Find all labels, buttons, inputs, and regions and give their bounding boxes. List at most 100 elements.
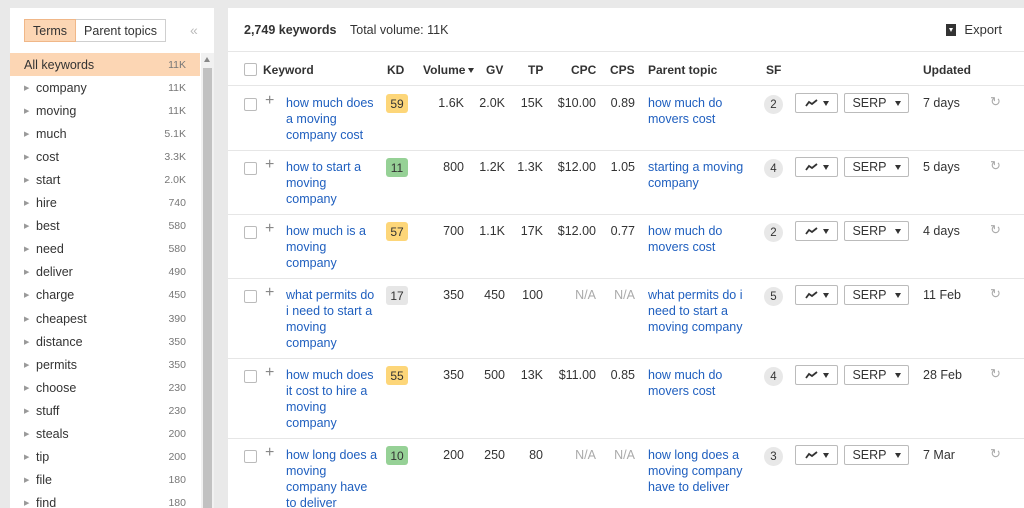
add-to-list-icon[interactable]: + <box>265 157 274 173</box>
expand-caret-icon[interactable]: ▶ <box>24 153 36 161</box>
col-updated[interactable]: Updated <box>923 63 971 77</box>
add-to-list-icon[interactable]: + <box>265 445 274 461</box>
refresh-icon[interactable]: ↻ <box>990 94 1001 110</box>
expand-caret-icon[interactable]: ▶ <box>24 384 36 392</box>
expand-caret-icon[interactable]: ▶ <box>24 222 36 230</box>
expand-caret-icon[interactable]: ▶ <box>24 453 36 461</box>
expand-caret-icon[interactable]: ▶ <box>24 291 36 299</box>
expand-caret-icon[interactable]: ▶ <box>24 176 36 184</box>
term-item[interactable]: ▶ cost 3.3K <box>10 145 200 168</box>
expand-caret-icon[interactable]: ▶ <box>24 315 36 323</box>
term-item[interactable]: ▶ deliver 490 <box>10 261 200 284</box>
sf-count-badge[interactable]: 4 <box>764 159 783 178</box>
term-item[interactable]: ▶ much 5.1K <box>10 122 200 145</box>
term-item[interactable]: ▶ cheapest 390 <box>10 307 200 330</box>
col-gv[interactable]: GV <box>486 63 503 77</box>
term-item[interactable]: ▶ distance 350 <box>10 330 200 353</box>
add-to-list-icon[interactable]: + <box>265 365 274 381</box>
row-checkbox[interactable] <box>244 290 257 303</box>
parent-topic-link[interactable]: how long does a moving company have to d… <box>648 447 752 495</box>
trend-chart-dropdown[interactable] <box>795 445 838 465</box>
term-item[interactable]: ▶ company 11K <box>10 76 200 99</box>
term-item[interactable]: ▶ charge 450 <box>10 284 200 307</box>
col-cps[interactable]: CPS <box>610 63 635 77</box>
serp-dropdown[interactable]: SERP <box>844 221 909 241</box>
parent-topic-link[interactable]: what permits do i need to start a moving… <box>648 287 752 335</box>
term-item[interactable]: ▶ best 580 <box>10 215 200 238</box>
scroll-up-arrow-icon[interactable] <box>204 57 210 62</box>
col-sf[interactable]: SF <box>766 63 781 77</box>
serp-dropdown[interactable]: SERP <box>844 93 909 113</box>
expand-caret-icon[interactable]: ▶ <box>24 476 36 484</box>
trend-chart-dropdown[interactable] <box>795 285 838 305</box>
term-item[interactable]: ▶ tip 200 <box>10 446 200 469</box>
sidebar-scrollbar[interactable] <box>201 53 214 508</box>
parent-topic-link[interactable]: starting a moving company <box>648 159 752 191</box>
col-tp[interactable]: TP <box>528 63 543 77</box>
keyword-link[interactable]: what permits do i need to start a moving… <box>286 287 380 351</box>
refresh-icon[interactable]: ↻ <box>990 286 1001 302</box>
keyword-link[interactable]: how much does it cost to hire a moving c… <box>286 367 380 431</box>
col-kd[interactable]: KD <box>387 63 404 77</box>
add-to-list-icon[interactable]: + <box>265 221 274 237</box>
term-item[interactable]: ▶ start 2.0K <box>10 168 200 191</box>
term-item[interactable]: ▶ file 180 <box>10 469 200 492</box>
sf-count-badge[interactable]: 3 <box>764 447 783 466</box>
expand-caret-icon[interactable]: ▶ <box>24 407 36 415</box>
expand-caret-icon[interactable]: ▶ <box>24 361 36 369</box>
tab-parent-topics[interactable]: Parent topics <box>76 19 166 42</box>
col-keyword[interactable]: Keyword <box>263 63 314 77</box>
col-volume[interactable]: Volume <box>423 63 475 77</box>
expand-caret-icon[interactable]: ▶ <box>24 499 36 507</box>
expand-caret-icon[interactable]: ▶ <box>24 245 36 253</box>
trend-chart-dropdown[interactable] <box>795 365 838 385</box>
expand-caret-icon[interactable]: ▶ <box>24 84 36 92</box>
keyword-link[interactable]: how long does a moving company have to d… <box>286 447 380 508</box>
export-button[interactable]: Export <box>946 22 1002 37</box>
term-item[interactable]: ▶ stuff 230 <box>10 399 200 422</box>
term-item[interactable]: ▶ permits 350 <box>10 353 200 376</box>
col-parent-topic[interactable]: Parent topic <box>648 63 717 77</box>
term-item[interactable]: ▶ find 180 <box>10 492 200 508</box>
serp-dropdown[interactable]: SERP <box>844 365 909 385</box>
term-item-all-keywords[interactable]: All keywords 11K <box>10 53 200 77</box>
serp-dropdown[interactable]: SERP <box>844 157 909 177</box>
term-item[interactable]: ▶ steals 200 <box>10 423 200 446</box>
expand-caret-icon[interactable]: ▶ <box>24 107 36 115</box>
trend-chart-dropdown[interactable] <box>795 157 838 177</box>
sf-count-badge[interactable]: 2 <box>764 223 783 242</box>
row-checkbox[interactable] <box>244 162 257 175</box>
parent-topic-link[interactable]: how much do movers cost <box>648 95 752 127</box>
parent-topic-link[interactable]: how much do movers cost <box>648 367 752 399</box>
sf-count-badge[interactable]: 5 <box>764 287 783 306</box>
term-item[interactable]: ▶ need 580 <box>10 238 200 261</box>
term-item[interactable]: ▶ choose 230 <box>10 376 200 399</box>
scrollbar-thumb[interactable] <box>203 68 212 508</box>
row-checkbox[interactable] <box>244 450 257 463</box>
expand-caret-icon[interactable]: ▶ <box>24 199 36 207</box>
expand-caret-icon[interactable]: ▶ <box>24 430 36 438</box>
serp-dropdown[interactable]: SERP <box>844 445 909 465</box>
expand-caret-icon[interactable]: ▶ <box>24 338 36 346</box>
refresh-icon[interactable]: ↻ <box>990 158 1001 174</box>
term-item[interactable]: ▶ moving 11K <box>10 99 200 122</box>
refresh-icon[interactable]: ↻ <box>990 366 1001 382</box>
term-item[interactable]: ▶ hire 740 <box>10 192 200 215</box>
row-checkbox[interactable] <box>244 226 257 239</box>
tab-terms[interactable]: Terms <box>24 19 77 42</box>
expand-caret-icon[interactable]: ▶ <box>24 130 36 138</box>
trend-chart-dropdown[interactable] <box>795 93 838 113</box>
col-cpc[interactable]: CPC <box>571 63 596 77</box>
parent-topic-link[interactable]: how much do movers cost <box>648 223 752 255</box>
keyword-link[interactable]: how much is a moving company <box>286 223 380 271</box>
add-to-list-icon[interactable]: + <box>265 93 274 109</box>
serp-dropdown[interactable]: SERP <box>844 285 909 305</box>
refresh-icon[interactable]: ↻ <box>990 446 1001 462</box>
collapse-sidebar-icon[interactable]: « <box>190 22 198 38</box>
sf-count-badge[interactable]: 2 <box>764 95 783 114</box>
keyword-link[interactable]: how to start a moving company <box>286 159 380 207</box>
add-to-list-icon[interactable]: + <box>265 285 274 301</box>
refresh-icon[interactable]: ↻ <box>990 222 1001 238</box>
keyword-link[interactable]: how much does a moving company cost <box>286 95 380 143</box>
sf-count-badge[interactable]: 4 <box>764 367 783 386</box>
